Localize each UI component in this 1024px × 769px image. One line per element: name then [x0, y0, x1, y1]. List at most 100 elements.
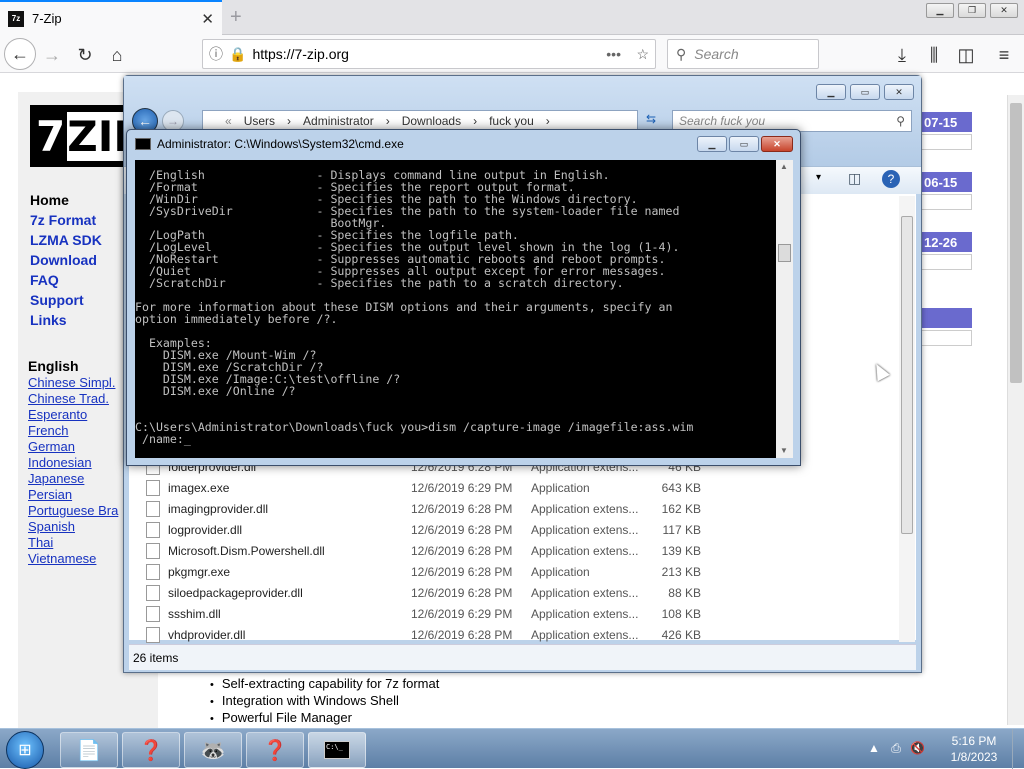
- clock[interactable]: 5:16 PM 1/8/2023: [944, 733, 1004, 765]
- site-logo: 7 ZIP: [30, 105, 130, 167]
- file-size: 88 KB: [668, 585, 701, 600]
- view-menu-icon[interactable]: ▾: [816, 172, 821, 183]
- file-row[interactable]: imagex.exe 12/6/2019 6:29 PM Application 64…: [146, 477, 766, 498]
- lock-icon: 🔒: [229, 45, 247, 62]
- nav-link-faq[interactable]: FAQ: [30, 270, 102, 290]
- explorer-scroll-thumb[interactable]: [901, 216, 913, 534]
- url-bar[interactable]: ⓘ 🔒 https://7-zip.org ••• ☆: [202, 39, 656, 69]
- news-date-bar: [920, 308, 972, 328]
- show-desktop-button[interactable]: [1012, 729, 1024, 769]
- news-date: 12-26: [920, 232, 972, 252]
- nav-link-links[interactable]: Links: [30, 310, 102, 330]
- file-name: Microsoft.Dism.Powershell.dll: [168, 543, 325, 558]
- tab-favicon-icon: 7z: [8, 10, 24, 27]
- nav-link-download[interactable]: Download: [30, 250, 102, 270]
- cmd-titlebar[interactable]: Administrator: C:\Windows\System32\cmd.e…: [135, 137, 404, 151]
- nav-link-support[interactable]: Support: [30, 290, 102, 310]
- cmd-console[interactable]: /English - Displays command line output …: [135, 160, 776, 458]
- file-row[interactable]: logprovider.dll 12/6/2019 6:28 PM Applicat…: [146, 519, 766, 540]
- url-text[interactable]: https://7-zip.org: [252, 46, 349, 62]
- start-button[interactable]: ⊞: [6, 731, 44, 769]
- language-link[interactable]: Spanish: [28, 519, 124, 535]
- browser-tab[interactable]: 7z 7-Zip ✕: [0, 0, 222, 35]
- language-link[interactable]: German: [28, 439, 124, 455]
- help-icon[interactable]: ?: [882, 170, 900, 188]
- sidebar-icon[interactable]: ◫: [952, 41, 980, 69]
- scroll-down-icon[interactable]: ▼: [780, 446, 788, 455]
- cmd-window: Administrator: C:\Windows\System32\cmd.e…: [126, 129, 801, 466]
- taskbar-file-icon[interactable]: 📄: [60, 732, 118, 768]
- bookmark-star-icon[interactable]: ☆: [636, 46, 649, 63]
- cmd-close-button[interactable]: ✕: [761, 136, 793, 152]
- network-icon[interactable]: ⎙: [891, 741, 901, 755]
- cmd-scrollbar[interactable]: ▲ ▼: [776, 160, 793, 458]
- explorer-scrollbar[interactable]: [899, 196, 915, 642]
- file-name: pkgmgr.exe: [168, 564, 231, 579]
- language-link[interactable]: Portuguese Bra: [28, 503, 124, 519]
- windows-logo-icon: ⊞: [18, 742, 32, 759]
- breadcrumb-item[interactable]: Users: [244, 114, 275, 128]
- cmd-maximize-button[interactable]: ▭: [729, 136, 759, 152]
- breadcrumb-item[interactable]: Downloads: [402, 114, 461, 128]
- menu-icon[interactable]: ≡: [990, 41, 1018, 69]
- breadcrumb-item[interactable]: Administrator: [303, 114, 374, 128]
- taskbar-raccoon-icon[interactable]: 🦝: [184, 732, 242, 768]
- page-scroll-thumb[interactable]: [1010, 103, 1022, 383]
- new-tab-icon[interactable]: +: [230, 6, 242, 29]
- file-row[interactable]: vhdprovider.dll 12/6/2019 6:28 PM Applicat…: [146, 624, 766, 645]
- reload-icon[interactable]: ↻: [71, 41, 99, 69]
- forward-arrow-icon[interactable]: →: [38, 41, 66, 69]
- tab-close-icon[interactable]: ✕: [201, 10, 214, 28]
- cmd-line: [135, 397, 776, 409]
- cmd-scroll-thumb[interactable]: [778, 244, 791, 262]
- language-link[interactable]: Indonesian: [28, 455, 124, 471]
- refresh-icon[interactable]: ⇆: [646, 112, 656, 126]
- file-row[interactable]: Microsoft.Dism.Powershell.dll 12/6/2019 6…: [146, 540, 766, 561]
- browser-close-button[interactable]: ✕: [990, 3, 1018, 18]
- language-link[interactable]: Persian: [28, 487, 124, 503]
- preview-pane-icon[interactable]: ◫: [848, 170, 861, 187]
- back-arrow-icon[interactable]: ←: [4, 38, 36, 70]
- explorer-maximize-button[interactable]: ▭: [850, 84, 880, 100]
- explorer-status-bar: 26 items: [129, 644, 916, 670]
- file-type: Application extens...: [531, 522, 639, 537]
- explorer-close-button[interactable]: ✕: [884, 84, 914, 100]
- breadcrumb-item[interactable]: fuck you: [489, 114, 534, 128]
- cmd-minimize-button[interactable]: ▁: [697, 136, 727, 152]
- language-link[interactable]: Japanese: [28, 471, 124, 487]
- language-link[interactable]: Esperanto: [28, 407, 124, 423]
- download-icon[interactable]: ⤓: [888, 41, 916, 69]
- file-date: 12/6/2019 6:28 PM: [411, 522, 513, 537]
- language-link[interactable]: Chinese Simpl.: [28, 375, 124, 391]
- file-row[interactable]: pkgmgr.exe 12/6/2019 6:28 PM Application 21…: [146, 561, 766, 582]
- volume-muted-icon[interactable]: 🔇: [910, 741, 925, 755]
- language-link[interactable]: Thai: [28, 535, 124, 551]
- explorer-minimize-button[interactable]: ▁: [816, 84, 846, 100]
- page-actions-icon[interactable]: •••: [606, 46, 621, 62]
- nav-link-lzma-sdk[interactable]: LZMA SDK: [30, 230, 102, 250]
- file-row[interactable]: imagingprovider.dll 12/6/2019 6:28 PM Appl…: [146, 498, 766, 519]
- language-link[interactable]: Chinese Trad.: [28, 391, 124, 407]
- nav-link-home[interactable]: Home: [30, 190, 102, 210]
- taskbar-help-icon[interactable]: ❓: [246, 732, 304, 768]
- exe-file-icon: [146, 479, 160, 496]
- dll-file-icon: [146, 584, 160, 601]
- scroll-up-icon[interactable]: ▲: [780, 162, 788, 171]
- file-size: 213 KB: [661, 564, 701, 579]
- taskbar-help-icon[interactable]: ❓: [122, 732, 180, 768]
- page-scrollbar[interactable]: [1007, 95, 1024, 725]
- home-icon[interactable]: ⌂: [103, 41, 131, 69]
- file-row[interactable]: ssshim.dll 12/6/2019 6:29 PM Application e…: [146, 603, 766, 624]
- file-row[interactable]: siloedpackageprovider.dll 12/6/2019 6:28 …: [146, 582, 766, 603]
- language-link[interactable]: Vietnamese: [28, 551, 124, 567]
- tray-expand-icon[interactable]: ▲: [868, 741, 880, 755]
- browser-restore-button[interactable]: ❐: [958, 3, 986, 18]
- info-icon[interactable]: ⓘ: [209, 44, 223, 64]
- library-icon[interactable]: ⫼: [920, 41, 948, 69]
- language-link[interactable]: French: [28, 423, 124, 439]
- cmd-output: /English - Displays command line output …: [135, 169, 776, 445]
- nav-link-7z-format[interactable]: 7z Format: [30, 210, 102, 230]
- browser-minimize-button[interactable]: ▁: [926, 3, 954, 18]
- search-input[interactable]: ⚲ Search: [667, 39, 819, 69]
- taskbar-cmd-icon[interactable]: C:\_: [308, 732, 366, 768]
